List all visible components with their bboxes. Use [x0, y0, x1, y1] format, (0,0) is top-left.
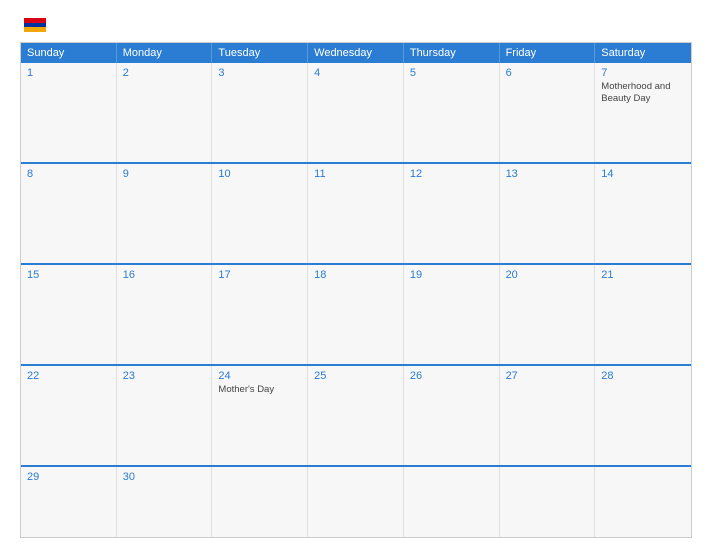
day-number: 2: [123, 67, 206, 79]
day-number: 12: [410, 168, 493, 180]
calendar-week-3: 15 16 17 18 19 20 21: [21, 263, 691, 364]
calendar-cell: 26: [404, 366, 500, 465]
calendar-cell: 21: [595, 265, 691, 364]
flag-icon: [24, 18, 46, 32]
day-header-thursday: Thursday: [404, 43, 500, 63]
calendar: SundayMondayTuesdayWednesdayThursdayFrid…: [20, 42, 692, 538]
day-number: 7: [601, 67, 685, 79]
calendar-cell: 17: [212, 265, 308, 364]
day-number: 19: [410, 269, 493, 281]
calendar-cell: 27: [500, 366, 596, 465]
calendar-cell: 10: [212, 164, 308, 263]
day-header-wednesday: Wednesday: [308, 43, 404, 63]
day-number: 28: [601, 370, 685, 382]
calendar-cell: 7 Motherhood and Beauty Day: [595, 63, 691, 162]
day-number: 18: [314, 269, 397, 281]
day-header-tuesday: Tuesday: [212, 43, 308, 63]
calendar-cell: 18: [308, 265, 404, 364]
calendar-cell: 1: [21, 63, 117, 162]
calendar-cell: 28: [595, 366, 691, 465]
calendar-cell: [212, 467, 308, 537]
day-number: 25: [314, 370, 397, 382]
day-number: 29: [27, 471, 110, 483]
calendar-cell: 12: [404, 164, 500, 263]
day-header-monday: Monday: [117, 43, 213, 63]
day-number: 6: [506, 67, 589, 79]
day-number: 24: [218, 370, 301, 382]
day-number: 21: [601, 269, 685, 281]
day-number: 1: [27, 67, 110, 79]
day-number: 5: [410, 67, 493, 79]
day-number: 26: [410, 370, 493, 382]
day-number: 8: [27, 168, 110, 180]
calendar-cell: [595, 467, 691, 537]
day-number: 20: [506, 269, 589, 281]
page: SundayMondayTuesdayWednesdayThursdayFrid…: [0, 0, 712, 550]
day-number: 22: [27, 370, 110, 382]
logo: [20, 18, 46, 32]
calendar-cell: [308, 467, 404, 537]
header: [20, 18, 692, 32]
calendar-cell: 14: [595, 164, 691, 263]
calendar-cell: 20: [500, 265, 596, 364]
calendar-cell: 23: [117, 366, 213, 465]
day-number: 30: [123, 471, 206, 483]
calendar-cell: 29: [21, 467, 117, 537]
calendar-cell: 5: [404, 63, 500, 162]
event-label: Mother's Day: [218, 384, 301, 396]
day-number: 27: [506, 370, 589, 382]
day-number: 13: [506, 168, 589, 180]
calendar-cell: 2: [117, 63, 213, 162]
calendar-cell: 11: [308, 164, 404, 263]
day-header-saturday: Saturday: [595, 43, 691, 63]
calendar-cell: 15: [21, 265, 117, 364]
day-number: 4: [314, 67, 397, 79]
day-header-friday: Friday: [500, 43, 596, 63]
calendar-cell: 6: [500, 63, 596, 162]
calendar-week-1: 1234567Motherhood and Beauty Day: [21, 63, 691, 162]
day-number: 3: [218, 67, 301, 79]
calendar-cell: 25: [308, 366, 404, 465]
day-header-sunday: Sunday: [21, 43, 117, 63]
calendar-cell: 3: [212, 63, 308, 162]
day-number: 10: [218, 168, 301, 180]
calendar-week-5: 29 30: [21, 465, 691, 537]
calendar-cell: 22: [21, 366, 117, 465]
calendar-cell: 19: [404, 265, 500, 364]
calendar-cell: 16: [117, 265, 213, 364]
calendar-cell: 9: [117, 164, 213, 263]
calendar-header: SundayMondayTuesdayWednesdayThursdayFrid…: [21, 43, 691, 63]
calendar-week-4: 22 23 24 Mother's Day 25 26 27 28: [21, 364, 691, 465]
day-number: 15: [27, 269, 110, 281]
day-number: 11: [314, 168, 397, 180]
calendar-cell: [500, 467, 596, 537]
calendar-cell: [404, 467, 500, 537]
calendar-week-2: 8 9 10 11 12 13 14: [21, 162, 691, 263]
day-number: 16: [123, 269, 206, 281]
calendar-cell: 8: [21, 164, 117, 263]
day-number: 9: [123, 168, 206, 180]
calendar-cell: 13: [500, 164, 596, 263]
day-number: 17: [218, 269, 301, 281]
calendar-cell: 30: [117, 467, 213, 537]
day-number: 14: [601, 168, 685, 180]
calendar-cell: 4: [308, 63, 404, 162]
day-number: 23: [123, 370, 206, 382]
calendar-cell: 24 Mother's Day: [212, 366, 308, 465]
calendar-body: 1234567Motherhood and Beauty Day89101112…: [21, 63, 691, 537]
event-label: Motherhood and Beauty Day: [601, 81, 685, 106]
